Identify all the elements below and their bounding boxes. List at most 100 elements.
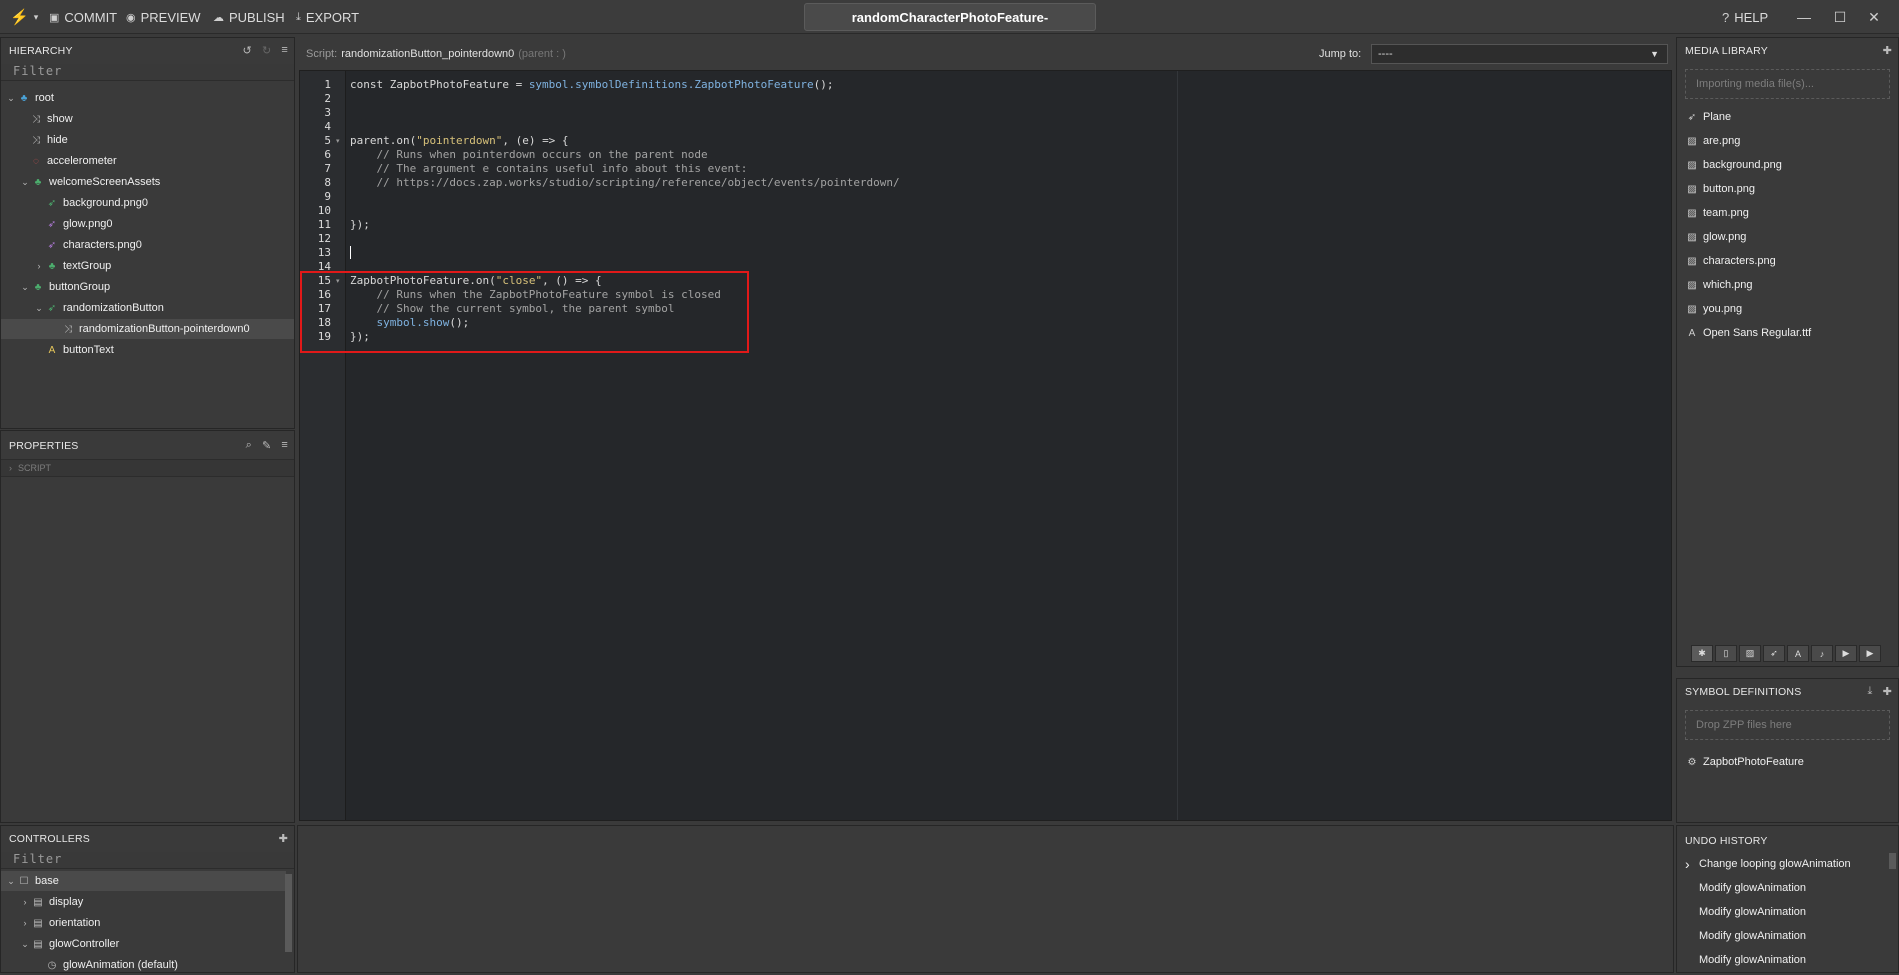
media-drop-zone[interactable]: Importing media file(s)... xyxy=(1685,69,1890,99)
tree-item-randomizationbutton-pointerdown0[interactable]: ⤨ randomizationButton-pointerdown0 xyxy=(1,319,294,339)
tree-item-label: glow.png0 xyxy=(63,218,113,230)
help-button[interactable]: ? HELP xyxy=(1722,9,1769,25)
text-cursor xyxy=(350,246,351,259)
project-title[interactable]: randomCharacterPhotoFeature- xyxy=(804,3,1096,31)
undo-history-scrollbar[interactable] xyxy=(1889,853,1896,869)
hierarchy-filter-input[interactable]: Filter xyxy=(1,64,294,81)
chevron-down-icon[interactable]: ⌄ xyxy=(19,177,31,188)
maximize-button[interactable]: ☐ xyxy=(1827,6,1853,28)
undo-item[interactable]: Modify glowAnimation xyxy=(1685,926,1806,946)
zpp-drop-zone[interactable]: Drop ZPP files here xyxy=(1685,710,1890,740)
controllers-scrollbar[interactable] xyxy=(285,874,292,952)
export-button[interactable]: ⤓ EXPORT xyxy=(296,10,359,25)
controller-item-display[interactable]: › ▤ display xyxy=(1,892,286,912)
media-item-open-sans-font[interactable]: A Open Sans Regular.ttf xyxy=(1685,323,1812,343)
commit-button[interactable]: ▣ COMMIT xyxy=(49,10,117,25)
tree-item-label: buttonText xyxy=(63,344,114,356)
tree-item-hide[interactable]: ⤨ hide xyxy=(1,130,294,150)
line-number: 8 xyxy=(324,176,331,189)
edit-icon[interactable]: ✎ xyxy=(262,439,271,452)
add-icon[interactable]: ✚ xyxy=(279,832,288,845)
media-item-glow-png[interactable]: ▨ glow.png xyxy=(1685,227,1746,247)
symbol-definitions-panel: SYMBOL DEFINITIONS ⤓ ✚ Drop ZPP files he… xyxy=(1676,678,1899,823)
code-editor[interactable]: 1 2 3 4 5 ▾ 6 7 8 9 10 11 12 13 14 15 ▾ … xyxy=(299,70,1672,821)
chevron-down-icon[interactable]: ⌄ xyxy=(19,282,31,293)
shuffle-icon: ⤨ xyxy=(64,323,72,335)
undo-item[interactable]: Modify glowAnimation xyxy=(1685,902,1806,922)
timeline-icon: ◷ xyxy=(47,959,57,971)
redo-icon[interactable]: ↻ xyxy=(262,44,271,57)
close-window-button[interactable]: ✕ xyxy=(1861,6,1887,28)
image-icon: ▨ xyxy=(1687,159,1697,171)
tree-item-buttontext[interactable]: A buttonText xyxy=(1,340,294,360)
filter-font-button[interactable]: A xyxy=(1787,645,1809,662)
search-icon[interactable]: ⌕ xyxy=(246,439,252,452)
zapworks-logo-icon: ⚡ xyxy=(10,9,29,26)
tree-item-root[interactable]: ⌄ ♣ root xyxy=(1,88,294,108)
download-icon[interactable]: ⤓ xyxy=(1868,685,1873,698)
jump-to-select[interactable]: ---- ▼ xyxy=(1371,44,1668,64)
app-menu-button[interactable]: ⚡ ▾ xyxy=(10,9,38,26)
line-gutter: 1 2 3 4 5 ▾ 6 7 8 9 10 11 12 13 14 15 ▾ … xyxy=(300,71,346,820)
controllers-filter-input[interactable]: Filter xyxy=(1,852,294,869)
controller-item-orientation[interactable]: › ▤ orientation xyxy=(1,913,286,933)
menu-icon[interactable]: ≡ xyxy=(281,439,288,452)
chevron-down-icon[interactable]: ⌄ xyxy=(19,939,31,950)
tree-item-background-png0[interactable]: ➶ background.png0 xyxy=(1,193,294,213)
chevron-down-icon[interactable]: ⌄ xyxy=(5,93,17,104)
plane-icon: ➶ xyxy=(1770,648,1778,658)
add-icon[interactable]: ✚ xyxy=(1883,44,1892,57)
chevron-right-icon[interactable]: › xyxy=(19,897,31,907)
plane-icon: ➶ xyxy=(47,218,57,230)
filter-image-button[interactable]: ▨ xyxy=(1739,645,1761,662)
filter-video-button[interactable]: ▶ xyxy=(1835,645,1857,662)
preview-button[interactable]: ◉ PREVIEW xyxy=(126,10,201,25)
help-label: HELP xyxy=(1734,9,1769,25)
tree-item-show[interactable]: ⤨ show xyxy=(1,109,294,129)
media-item-background-png[interactable]: ▨ background.png xyxy=(1685,155,1782,175)
filter-media-button[interactable]: ▶ xyxy=(1859,645,1881,662)
media-item-are-png[interactable]: ▨ are.png xyxy=(1685,131,1740,151)
add-icon[interactable]: ✚ xyxy=(1883,685,1892,698)
tree-item-welcomescreenassets[interactable]: ⌄ ♣ welcomeScreenAssets xyxy=(1,172,294,192)
tree-item-glow-png0[interactable]: ➶ glow.png0 xyxy=(1,214,294,234)
filter-plane-button[interactable]: ➶ xyxy=(1763,645,1785,662)
media-item-plane[interactable]: ➶ Plane xyxy=(1685,107,1731,127)
font-icon: A xyxy=(1688,327,1696,339)
script-section-header[interactable]: › SCRIPT xyxy=(1,459,294,477)
tree-item-textgroup[interactable]: › ♣ textGroup xyxy=(1,256,294,276)
publish-button[interactable]: ☁ PUBLISH xyxy=(213,10,285,25)
media-item-which-png[interactable]: ▨ which.png xyxy=(1685,275,1752,295)
media-item-characters-png[interactable]: ▨ characters.png xyxy=(1685,251,1776,271)
code-line-5: parent.on("pointerdown", (e) => { xyxy=(350,134,569,147)
undo-item[interactable]: Modify glowAnimation xyxy=(1685,950,1806,970)
tree-item-buttongroup[interactable]: ⌄ ♣ buttonGroup xyxy=(1,277,294,297)
minimize-icon: — xyxy=(1797,9,1811,25)
controller-item-glowcontroller[interactable]: ⌄ ▤ glowController xyxy=(1,934,286,954)
filter-audio-button[interactable]: ♪ xyxy=(1811,645,1833,662)
media-item-you-png[interactable]: ▨ you.png xyxy=(1685,299,1742,319)
menu-icon[interactable]: ≡ xyxy=(281,44,288,57)
chevron-down-icon[interactable]: ⌄ xyxy=(5,876,17,887)
controller-label: display xyxy=(49,896,84,908)
undo-icon[interactable]: ↺ xyxy=(243,44,252,57)
filter-file-button[interactable]: ▯ xyxy=(1715,645,1737,662)
filter-all-button[interactable]: ✱ xyxy=(1691,645,1713,662)
symbol-item-zapbotphotofeature[interactable]: ⚙ ZapbotPhotoFeature xyxy=(1685,752,1804,772)
tree-item-characters-png0[interactable]: ➶ characters.png0 xyxy=(1,235,294,255)
cloud-upload-icon: ☁ xyxy=(213,11,224,24)
minimize-button[interactable]: — xyxy=(1791,6,1817,28)
chevron-down-icon[interactable]: ⌄ xyxy=(33,303,45,314)
undo-item[interactable]: Modify glowAnimation xyxy=(1685,878,1806,898)
controller-item-glowanimation[interactable]: ◷ glowAnimation (default) xyxy=(1,955,286,972)
media-item-button-png[interactable]: ▨ button.png xyxy=(1685,179,1755,199)
fold-arrow-icon[interactable]: ▾ xyxy=(336,137,340,145)
controller-item-base[interactable]: ⌄ ☐ base xyxy=(1,871,286,891)
chevron-right-icon[interactable]: › xyxy=(19,918,31,928)
print-margin-guide xyxy=(1177,71,1178,820)
chevron-right-icon[interactable]: › xyxy=(33,261,45,271)
tree-item-randomizationbutton[interactable]: ⌄ ➶ randomizationButton xyxy=(1,298,294,318)
undo-item[interactable]: › Change looping glowAnimation xyxy=(1685,854,1851,874)
media-item-team-png[interactable]: ▨ team.png xyxy=(1685,203,1749,223)
tree-item-accelerometer[interactable]: ◌ accelerometer xyxy=(1,151,294,171)
